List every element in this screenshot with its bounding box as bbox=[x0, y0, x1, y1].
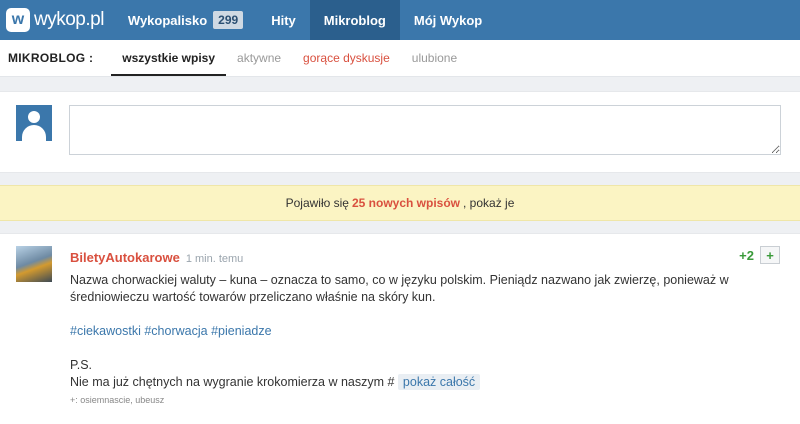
tab-aktywne[interactable]: aktywne bbox=[226, 40, 292, 76]
nav-label: Mikroblog bbox=[323, 12, 386, 28]
vote-widget: +2 + bbox=[739, 246, 780, 264]
entry-text: Nazwa chorwackiej waluty – kuna – oznacz… bbox=[70, 273, 729, 304]
entry-more-line: Nie ma już chętnych na wygranie krokomie… bbox=[70, 374, 770, 391]
subnav-label: MIKROBLOG : bbox=[8, 51, 94, 65]
wykopalisko-count-badge: 299 bbox=[213, 11, 244, 29]
voters-list: +: osiemnascie, ubeusz bbox=[70, 395, 165, 405]
nav-item-wykopalisko[interactable]: Wykopalisko 299 bbox=[114, 0, 257, 40]
notice-highlight: 25 nowych wpisów bbox=[351, 196, 461, 210]
entry-timestamp[interactable]: 1 min. temu bbox=[186, 253, 243, 265]
entry-body: Nazwa chorwackiej waluty – kuna – oznacz… bbox=[70, 272, 770, 409]
show-more-button[interactable]: pokaż całość bbox=[397, 374, 481, 390]
wykop-logo-icon: w bbox=[6, 8, 30, 32]
nav-label: Wykopalisko bbox=[127, 12, 208, 28]
notice-text-after: , pokaż je bbox=[463, 196, 515, 210]
entry-ps: P.S. bbox=[70, 358, 93, 372]
logo-text: wykop.pl bbox=[34, 9, 104, 30]
tab-gorace-dyskusje[interactable]: gorące dyskusje bbox=[292, 40, 401, 76]
top-navigation-bar: w wykop.pl Wykopalisko 299 Hity Mikroblo… bbox=[0, 0, 800, 40]
nav-label: Hity bbox=[271, 12, 296, 28]
nav-item-mikroblog[interactable]: Mikroblog bbox=[309, 0, 400, 40]
notice-text-before: Pojawiło się bbox=[285, 196, 349, 210]
wykop-logo[interactable]: w wykop.pl bbox=[0, 0, 114, 40]
avatar-body-shape bbox=[22, 125, 46, 141]
tab-wszystkie-wpisy[interactable]: wszystkie wpisy bbox=[111, 40, 227, 76]
upvote-button[interactable]: + bbox=[760, 246, 780, 264]
entry-truncated-text: Nie ma już chętnych na wygranie krokomie… bbox=[70, 375, 395, 389]
new-entries-notice[interactable]: Pojawiło się 25 nowych wpisów , pokaż je bbox=[0, 185, 800, 221]
nav-label: Mój Wykop bbox=[413, 12, 483, 28]
microblog-entry: BiletyAutokarowe 1 min. temu +2 + Nazwa … bbox=[0, 233, 800, 424]
tab-ulubione[interactable]: ulubione bbox=[401, 40, 468, 76]
tag-link[interactable]: #pieniadze bbox=[211, 324, 271, 338]
vote-count: +2 bbox=[739, 247, 754, 263]
nav-item-moj-wykop[interactable]: Mój Wykop bbox=[400, 0, 496, 40]
author-link[interactable]: BiletyAutokarowe bbox=[70, 250, 180, 265]
compose-textarea[interactable] bbox=[69, 105, 781, 155]
tag-link[interactable]: #ciekawostki bbox=[70, 324, 141, 338]
entry-header: BiletyAutokarowe 1 min. temu bbox=[70, 250, 243, 265]
mikroblog-subnav: MIKROBLOG : wszystkie wpisy aktywne gorą… bbox=[0, 40, 800, 77]
nav-item-hity[interactable]: Hity bbox=[257, 0, 310, 40]
author-avatar[interactable] bbox=[16, 246, 52, 282]
entry-tags: #ciekawostki #chorwacja #pieniadze bbox=[70, 323, 770, 340]
user-avatar bbox=[16, 105, 52, 141]
compose-box bbox=[0, 91, 800, 173]
tag-link[interactable]: #chorwacja bbox=[144, 324, 207, 338]
avatar-head-shape bbox=[28, 111, 40, 123]
